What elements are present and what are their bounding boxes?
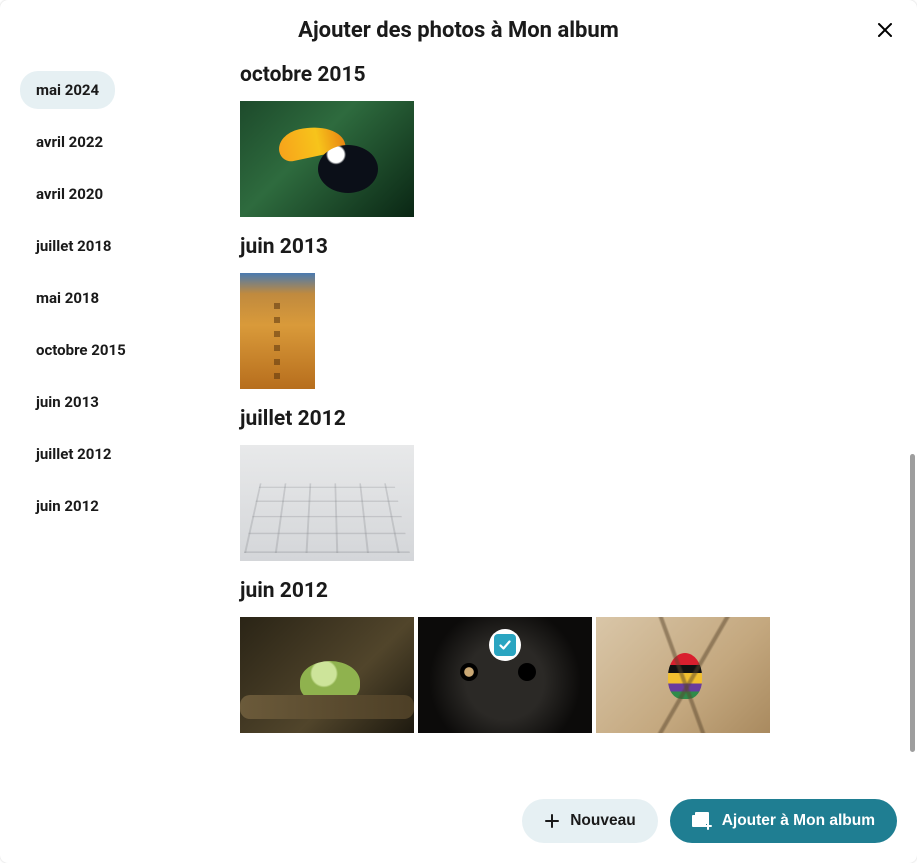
photo-grid — [240, 445, 897, 561]
sidebar-item-juin-2012[interactable]: juin 2012 — [20, 487, 115, 525]
photo-image — [596, 617, 770, 733]
add-to-album-label: Ajouter à Mon album — [722, 812, 875, 830]
group-title: juin 2012 — [240, 579, 897, 603]
group-octobre-2015: octobre 2015 — [240, 63, 897, 217]
scrollbar[interactable] — [910, 63, 915, 773]
sidebar-item-mai-2024[interactable]: mai 2024 — [20, 71, 115, 109]
sidebar-item-juin-2013[interactable]: juin 2013 — [20, 383, 115, 421]
group-juin-2013: juin 2013 — [240, 235, 897, 389]
date-sidebar: mai 2024 avril 2022 avril 2020 juillet 2… — [0, 53, 215, 783]
photo-grid — [240, 617, 897, 733]
add-photos-modal: Ajouter des photos à Mon album mai 2024 … — [0, 0, 917, 863]
photo-thumbnail[interactable] — [240, 273, 315, 389]
group-juillet-2012: juillet 2012 — [240, 407, 897, 561]
sidebar-item-octobre-2015[interactable]: octobre 2015 — [20, 331, 142, 369]
sidebar-item-avril-2020[interactable]: avril 2020 — [20, 175, 119, 213]
modal-footer: Nouveau Ajouter à Mon album — [0, 783, 917, 863]
close-button[interactable] — [873, 18, 897, 42]
sidebar-item-juillet-2018[interactable]: juillet 2018 — [20, 227, 128, 265]
modal-header: Ajouter des photos à Mon album — [0, 0, 917, 53]
new-button[interactable]: Nouveau — [522, 799, 657, 843]
photo-image — [240, 273, 315, 389]
photo-thumbnail-selected[interactable] — [418, 617, 592, 733]
group-juin-2012: juin 2012 — [240, 579, 897, 733]
plus-icon — [544, 813, 560, 829]
modal-body: mai 2024 avril 2022 avril 2020 juillet 2… — [0, 53, 917, 783]
modal-title: Ajouter des photos à Mon album — [0, 18, 917, 43]
add-to-album-button[interactable]: Ajouter à Mon album — [670, 799, 897, 843]
close-icon — [877, 22, 893, 38]
photo-thumbnail[interactable] — [240, 101, 414, 217]
group-title: juin 2013 — [240, 235, 897, 259]
selection-badge — [489, 629, 521, 661]
scrollbar-thumb[interactable] — [910, 454, 915, 752]
photo-thumbnail[interactable] — [240, 617, 414, 733]
photo-image — [240, 101, 414, 217]
add-to-album-icon — [692, 812, 712, 830]
photo-grid-area[interactable]: octobre 2015 juin 2013 juillet 2012 — [215, 53, 917, 783]
new-button-label: Nouveau — [570, 812, 635, 830]
photo-thumbnail[interactable] — [596, 617, 770, 733]
sidebar-item-juillet-2012[interactable]: juillet 2012 — [20, 435, 128, 473]
check-icon — [494, 634, 516, 656]
group-title: octobre 2015 — [240, 63, 897, 87]
photo-grid — [240, 273, 897, 389]
photo-image — [240, 617, 414, 733]
sidebar-item-mai-2018[interactable]: mai 2018 — [20, 279, 115, 317]
group-title: juillet 2012 — [240, 407, 897, 431]
photo-image — [240, 445, 414, 561]
photo-thumbnail[interactable] — [240, 445, 414, 561]
sidebar-item-avril-2022[interactable]: avril 2022 — [20, 123, 119, 161]
photo-grid — [240, 101, 897, 217]
